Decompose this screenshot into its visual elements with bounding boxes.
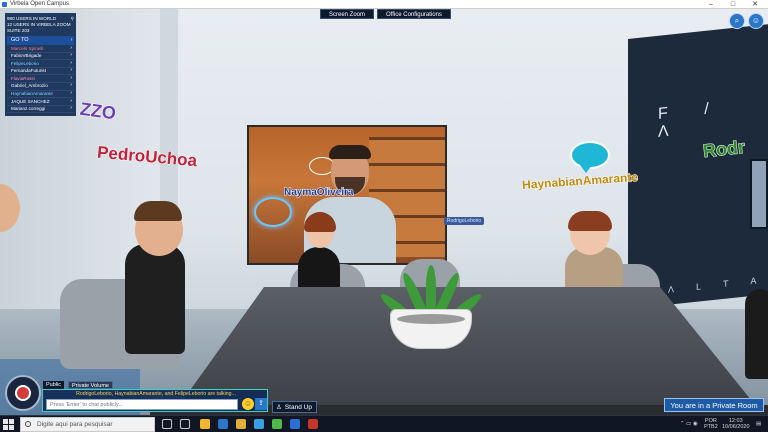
virbela-logo[interactable] — [5, 375, 41, 411]
side-screen — [750, 159, 768, 229]
user-name: JAQUE SANCHEZ — [11, 98, 50, 104]
person-icon: ♙ — [276, 403, 282, 411]
user-name: HaynabianAmarante — [11, 91, 53, 97]
chevron-right-icon: › — [70, 67, 72, 74]
nametag-rodr: Rodr — [702, 136, 747, 162]
word-icon[interactable] — [218, 419, 228, 429]
virbela-taskbar-icon[interactable] — [290, 419, 300, 429]
user-name: Marianz.correggi — [11, 106, 46, 112]
window-title: Virbela Open Campus — [10, 1, 69, 7]
taskbar-search-placeholder: Digite aqui para pesquisar — [37, 421, 113, 428]
chevron-right-icon: › — [70, 74, 72, 81]
app-icon — [2, 2, 7, 7]
user-name: FernandaFuturist — [11, 68, 46, 74]
emoji-icon[interactable]: ☺ — [242, 398, 254, 410]
private-room-banner: You are in a Private Room — [664, 398, 764, 412]
minimize-button[interactable]: – — [700, 0, 722, 9]
task-view-icon[interactable] — [180, 419, 190, 429]
top-toolbar: Screen Zoom Office Configurations — [320, 9, 451, 19]
user-name: Marcelo Spinelli — [11, 45, 44, 51]
clock[interactable]: 12:03 10/06/2020 — [722, 418, 750, 430]
neon-sign-image — [254, 197, 292, 227]
office-configurations-button[interactable]: Office Configurations — [377, 9, 451, 19]
taskbar-search[interactable]: Digite aqui para pesquisar — [20, 417, 155, 432]
user-name: FelipeLeborio — [11, 60, 39, 66]
chevron-right-icon: › — [70, 59, 72, 66]
maximize-button[interactable]: □ — [722, 0, 744, 9]
nametag-nayma: NaymaOliveira — [284, 187, 354, 199]
stand-up-button[interactable]: ♙ Stand Up — [272, 401, 317, 413]
chevron-right-icon: › — [70, 90, 72, 97]
chevron-right-icon: › — [70, 44, 72, 51]
file-explorer-icon[interactable] — [236, 419, 246, 429]
chat-box: RodrigoLeborio, HaynabianAmarante, and F… — [42, 389, 268, 412]
lang-layout: PTB2 — [704, 424, 718, 430]
chrome-icon[interactable] — [200, 419, 210, 429]
nametag-small: RodrigoLeborio — [444, 217, 485, 225]
tab-public[interactable]: Public — [43, 381, 64, 389]
world-user-count: 980 USERS IN WORLD — [7, 16, 57, 21]
user-list: Marcelo Spinelli › FabioVBrigade › FelipeLeb… — [7, 44, 74, 114]
search-icon[interactable]: ⌕ — [729, 13, 745, 29]
virtual-room-scene[interactable]: F / Λ Λ L T A ZZO PedroUchoa NaymaOlivei… — [0, 9, 768, 415]
users-icon[interactable]: ☺ — [748, 13, 764, 29]
close-button[interactable]: ✕ — [744, 0, 766, 9]
tray-icons[interactable]: ⌃ ▭ ◉ — [680, 421, 698, 427]
chevron-right-icon: › — [70, 52, 72, 59]
window-titlebar: Virbela Open Campus – □ ✕ — [0, 0, 768, 9]
taskbar: Digite aqui para pesquisar ⌃ ▭ ◉ POR PTB… — [0, 415, 768, 432]
user-name: FabioVBrigade — [11, 53, 42, 59]
speech-bubble-icon — [570, 141, 610, 173]
share-icon[interactable]: ⇪ — [255, 398, 267, 410]
location-label: SUITE 203 — [7, 28, 30, 33]
tab-private-volume[interactable]: Private Volume — [68, 381, 113, 389]
whatsapp-icon[interactable] — [272, 419, 282, 429]
user-list-item[interactable]: Marianz.correggi › — [7, 105, 74, 114]
users-panel: 980 USERS IN WORLD ⚲ 12 USERS IN VIRBELA… — [5, 13, 76, 117]
stand-up-label: Stand Up — [284, 403, 312, 411]
screen-zoom-button[interactable]: Screen Zoom — [320, 9, 375, 19]
windows-start-icon[interactable] — [3, 419, 14, 430]
user-name: Gabriel_Ambrozio — [11, 83, 48, 89]
chat-input[interactable] — [46, 399, 238, 410]
notification-icon[interactable]: ▤ — [756, 421, 761, 427]
chevron-right-icon: › — [70, 82, 72, 89]
cortana-icon[interactable] — [162, 419, 172, 429]
language-indicator[interactable]: POR PTB2 — [704, 418, 718, 430]
search-users-icon[interactable]: ⚲ — [71, 16, 74, 22]
edge-icon[interactable] — [254, 419, 264, 429]
clock-date: 10/06/2020 — [722, 424, 750, 430]
chevron-right-icon: › — [70, 105, 72, 112]
panel-logo: F / Λ — [658, 98, 725, 141]
nametag-haynabian: HaynabianAmarante — [521, 169, 639, 193]
user-name: FlaviaRossi — [11, 75, 35, 81]
typing-indicator: RodrigoLeborio, HaynabianAmarante, and F… — [76, 391, 236, 397]
powerpoint-icon[interactable] — [308, 419, 318, 429]
chevron-right-icon: › — [70, 97, 72, 104]
search-icon — [25, 421, 31, 427]
